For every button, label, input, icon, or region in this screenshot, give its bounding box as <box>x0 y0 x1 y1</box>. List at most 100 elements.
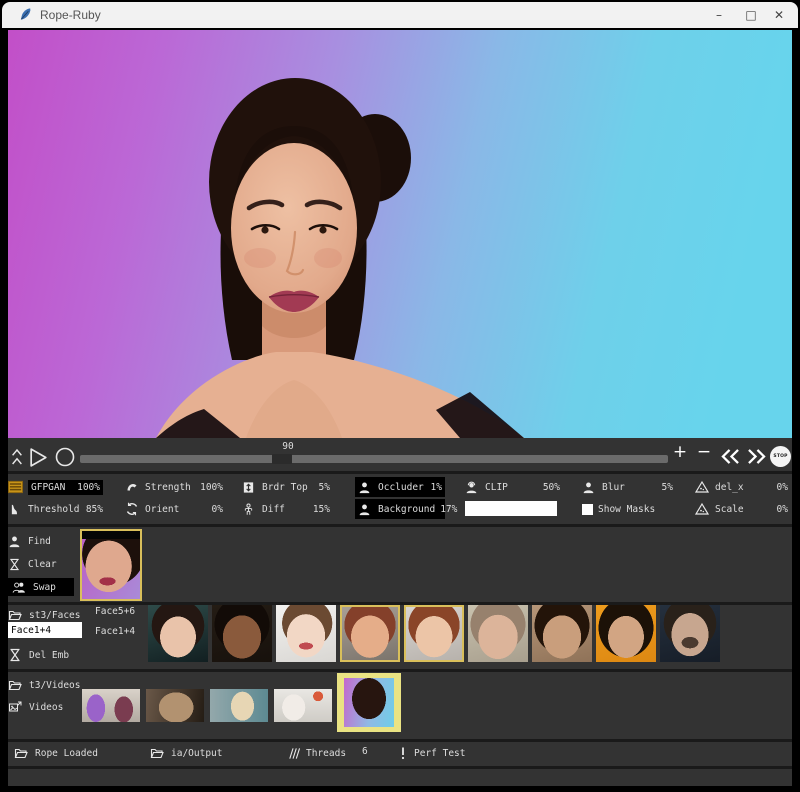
face-set-label[interactable]: Face5+6 <box>95 606 135 617</box>
param-brdr-top[interactable]: Brdr Top 5% <box>242 477 330 497</box>
param-scale[interactable]: Scale 0% <box>695 499 788 519</box>
gfpgan-icon <box>8 480 23 495</box>
param-threshold[interactable]: Threshold 85% <box>8 499 103 519</box>
param-value: 0% <box>212 504 223 515</box>
stop-button[interactable]: STOP <box>770 446 791 467</box>
video-preview-frame <box>8 30 792 438</box>
face-thumbnail-8[interactable] <box>596 605 656 662</box>
face-thumbnail-2[interactable] <box>212 605 272 662</box>
timeline-slider-handle[interactable] <box>272 454 292 464</box>
param-value: 5% <box>662 482 673 493</box>
param-occluder[interactable]: Occluder 1% <box>355 477 445 497</box>
frame-minus-button[interactable]: − <box>694 442 714 464</box>
app-feather-icon <box>18 7 33 22</box>
warning-triangle-icon <box>695 502 710 517</box>
param-clip[interactable]: CLIP 50% <box>465 477 560 497</box>
param-background[interactable]: Background 17% <box>355 499 445 519</box>
find-label: Find <box>28 536 51 547</box>
find-button[interactable]: Find <box>8 532 51 550</box>
rotate-icon <box>125 502 140 517</box>
param-value: 17% <box>440 504 457 515</box>
chevrons-up-icon <box>10 447 24 467</box>
param-label: Diff <box>262 504 285 515</box>
param-value: 0% <box>777 504 788 515</box>
param-label: Occluder <box>378 482 424 493</box>
frame-plus-button[interactable]: + <box>670 442 690 464</box>
param-value: 50% <box>543 482 560 493</box>
clear-button[interactable]: Clear <box>8 555 57 573</box>
video-preview[interactable] <box>8 30 792 438</box>
param-label: Brdr Top <box>262 482 308 493</box>
border-top-icon <box>242 480 257 495</box>
videos-folder-button[interactable]: t3/Videos <box>8 676 80 694</box>
rope-loaded-label: Rope Loaded <box>35 748 98 759</box>
exclamation-icon <box>400 746 408 760</box>
video-thumbnail-4[interactable] <box>274 689 332 722</box>
param-blur[interactable]: Blur 5% <box>582 477 673 497</box>
video-thumbnail-5-selected[interactable] <box>337 673 401 732</box>
face-thumbnail-5-selected[interactable] <box>404 605 464 662</box>
separator <box>8 471 792 474</box>
minimize-button[interactable]: – <box>704 2 734 28</box>
param-del-x[interactable]: del_x 0% <box>695 477 788 497</box>
perf-test-toggle[interactable]: Perf Test <box>400 744 465 762</box>
show-masks-checkbox[interactable] <box>582 504 593 515</box>
param-value: 85% <box>86 504 103 515</box>
param-value: 100% <box>200 482 223 493</box>
person-icon <box>358 480 373 495</box>
hourglass-x-icon <box>8 648 23 662</box>
face-thumbnail-9[interactable] <box>660 605 720 662</box>
play-button[interactable] <box>26 444 50 470</box>
play-icon <box>28 446 49 469</box>
face-thumbnail-6[interactable] <box>468 605 528 662</box>
warning-triangle-icon <box>695 480 710 495</box>
bottom-strip <box>8 769 792 786</box>
show-masks-toggle[interactable]: Show Masks <box>582 499 673 519</box>
threads-control[interactable]: Threads <box>287 744 346 762</box>
video-thumbnail-2[interactable] <box>146 689 204 722</box>
swap-button[interactable]: Swap <box>8 578 74 596</box>
separator <box>8 524 792 527</box>
delete-embedding-label: Del Emb <box>29 650 69 661</box>
timeline-begin-button[interactable] <box>8 445 26 469</box>
param-label: Background <box>378 504 435 515</box>
param-strength[interactable]: Strength 100% <box>125 477 223 497</box>
record-circle-icon <box>54 446 76 468</box>
record-button[interactable] <box>53 444 77 470</box>
param-label: CLIP <box>485 482 508 493</box>
close-button[interactable]: ✕ <box>764 2 794 28</box>
video-thumbnail-3[interactable] <box>210 689 268 722</box>
fast-forward-button[interactable] <box>744 446 768 466</box>
found-face-thumbnail[interactable] <box>80 529 142 601</box>
person-icon <box>358 502 373 517</box>
window-title: Rope-Ruby <box>40 8 101 22</box>
maximize-button[interactable]: □ <box>736 2 766 28</box>
param-value: 15% <box>313 504 330 515</box>
strength-icon <box>125 480 140 495</box>
video-thumbnail-1[interactable] <box>82 689 140 722</box>
threads-value[interactable]: 6 <box>362 746 368 757</box>
embedding-name-entry[interactable] <box>8 622 82 638</box>
face-thumbnail-1[interactable] <box>148 605 208 662</box>
param-gfpgan[interactable]: GFPGAN 100% <box>8 477 103 497</box>
rewind-button[interactable] <box>718 446 742 466</box>
param-label: Scale <box>715 504 744 515</box>
timeline-slider[interactable] <box>80 455 668 463</box>
param-orient[interactable]: Orient 0% <box>125 499 223 519</box>
output-folder-button[interactable]: ia/Output <box>150 744 222 762</box>
param-diff[interactable]: Diff 15% <box>242 499 330 519</box>
videos-mode-button[interactable]: Videos <box>8 698 63 716</box>
clear-label: Clear <box>28 559 57 570</box>
face-thumbnail-4-selected[interactable] <box>340 605 400 662</box>
face-set-label[interactable]: Face1+4 <box>95 626 135 637</box>
clip-text-entry[interactable] <box>465 501 557 516</box>
face-thumbnail-7[interactable] <box>532 605 592 662</box>
app-window: Rope-Ruby – □ ✕ <box>2 2 798 790</box>
param-value: 5% <box>319 482 330 493</box>
threads-label: Threads <box>306 748 346 759</box>
threshold-icon <box>8 502 23 517</box>
fast-forward-icon <box>746 448 767 465</box>
delete-embedding-button[interactable]: Del Emb <box>8 646 69 664</box>
face-thumbnail-3[interactable] <box>276 605 336 662</box>
load-rope-button[interactable]: Rope Loaded <box>14 744 98 762</box>
